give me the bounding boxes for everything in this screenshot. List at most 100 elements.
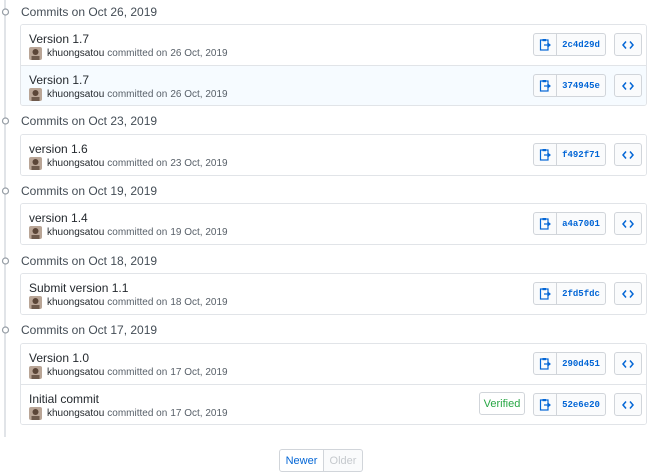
commit-title-link[interactable]: Initial commit	[29, 392, 99, 406]
commit-group: Commits on Oct 23, 2019	[0, 112, 657, 130]
avatar[interactable]	[29, 295, 42, 309]
code-icon	[622, 150, 634, 159]
commit-row: version 1.4 khuongsatou committed on 19 …	[21, 204, 646, 244]
commit-list: Submit version 1.1 khuongsatou committed…	[20, 273, 647, 315]
browse-repo-button[interactable]	[614, 33, 642, 56]
commit-title-link[interactable]: version 1.4	[29, 211, 88, 225]
avatar[interactable]	[29, 156, 42, 170]
commit-title-link[interactable]: Version 1.7	[29, 32, 89, 46]
browse-repo-button[interactable]	[614, 393, 642, 416]
older-button: Older	[324, 449, 363, 472]
commit-row: Initial commit khuongsatou committed on …	[21, 384, 646, 424]
clipboard-icon	[539, 80, 551, 92]
commit-author-link[interactable]: khuongsatou	[47, 297, 104, 308]
commit-date: 23 Oct, 2019	[170, 157, 228, 169]
copy-sha-button[interactable]	[533, 33, 557, 56]
commit-sha-link[interactable]: 374945e	[556, 74, 606, 97]
commit-action-text: committed on	[107, 47, 168, 59]
browse-repo-button[interactable]	[614, 282, 642, 305]
commit-group: Commits on Oct 17, 2019	[0, 321, 657, 339]
commit-meta: khuongsatou committed on 19 Oct, 2019	[29, 225, 228, 239]
clipboard-icon	[539, 149, 551, 161]
commit-date: 17 Oct, 2019	[170, 407, 228, 419]
commit-author-link[interactable]: khuongsatou	[47, 367, 104, 378]
commit-group-header: Commits on Oct 18, 2019	[0, 252, 657, 270]
browse-repo-button[interactable]	[614, 352, 642, 375]
commit-group-date: Commits on Oct 23, 2019	[21, 114, 158, 128]
commit-sha-link[interactable]: 290d451	[556, 352, 606, 375]
commit-author-link[interactable]: khuongsatou	[47, 227, 104, 238]
clipboard-icon	[539, 288, 551, 300]
verified-badge[interactable]: Verified	[479, 392, 525, 415]
avatar[interactable]	[29, 87, 42, 101]
commit-list: version 1.4 khuongsatou committed on 19 …	[20, 203, 647, 245]
browse-repo-button[interactable]	[614, 143, 642, 166]
code-icon	[622, 40, 634, 49]
commit-action-text: committed on	[107, 157, 168, 169]
commit-meta: khuongsatou committed on 26 Oct, 2019	[29, 46, 228, 60]
commit-sha-link[interactable]: f492f71	[556, 143, 606, 166]
commit-list: Version 1.0 khuongsatou committed on 17 …	[20, 343, 647, 425]
code-icon	[622, 289, 634, 298]
copy-sha-button[interactable]	[533, 352, 557, 375]
commit-list: version 1.6 khuongsatou committed on 23 …	[20, 134, 647, 176]
commit-row: Version 1.0 khuongsatou committed on 17 …	[21, 344, 646, 384]
commit-meta: khuongsatou committed on 18 Oct, 2019	[29, 295, 228, 309]
commit-action-text: committed on	[107, 366, 168, 378]
newer-button[interactable]: Newer	[279, 449, 324, 472]
commit-title-link[interactable]: Version 1.7	[29, 73, 89, 87]
commit-author-link[interactable]: khuongsatou	[47, 89, 104, 100]
commit-sha-link[interactable]: a4a7001	[556, 212, 606, 235]
clipboard-icon	[539, 399, 551, 411]
avatar[interactable]	[29, 46, 42, 60]
copy-sha-button[interactable]	[533, 143, 557, 166]
commit-sha-link[interactable]: 52e6e20	[556, 393, 606, 416]
commit-meta: khuongsatou committed on 17 Oct, 2019	[29, 406, 228, 420]
commit-timeline-icon	[1, 257, 10, 265]
code-icon	[622, 219, 634, 228]
timeline-line	[4, 0, 6, 437]
commit-group: Commits on Oct 18, 2019	[0, 252, 657, 270]
commit-group-header: Commits on Oct 17, 2019	[0, 321, 657, 339]
commit-action-text: committed on	[107, 296, 168, 308]
commit-title-link[interactable]: Version 1.0	[29, 351, 89, 365]
clipboard-icon	[539, 358, 551, 370]
commit-title-link[interactable]: Submit version 1.1	[29, 281, 128, 295]
commit-timeline-icon	[1, 117, 10, 125]
commit-timeline-icon	[1, 326, 10, 334]
code-icon	[622, 359, 634, 368]
commit-meta: khuongsatou committed on 26 Oct, 2019	[29, 87, 228, 101]
commit-action-text: committed on	[107, 88, 168, 100]
commit-title-link[interactable]: version 1.6	[29, 142, 88, 156]
avatar[interactable]	[29, 225, 42, 239]
commit-author-link[interactable]: khuongsatou	[47, 158, 104, 169]
commit-sha-link[interactable]: 2fd5fdc	[556, 282, 606, 305]
commit-date: 26 Oct, 2019	[170, 88, 228, 100]
commit-meta: khuongsatou committed on 17 Oct, 2019	[29, 365, 228, 379]
clipboard-icon	[539, 218, 551, 230]
commit-group-date: Commits on Oct 26, 2019	[21, 5, 158, 19]
commit-group-date: Commits on Oct 17, 2019	[21, 323, 158, 337]
commit-row: Submit version 1.1 khuongsatou committed…	[21, 274, 646, 314]
copy-sha-button[interactable]	[533, 282, 557, 305]
code-icon	[622, 81, 634, 90]
copy-sha-button[interactable]	[533, 212, 557, 235]
commit-sha-link[interactable]: 2c4d29d	[556, 33, 606, 56]
commit-date: 18 Oct, 2019	[170, 296, 228, 308]
copy-sha-button[interactable]	[533, 74, 557, 97]
commit-date: 19 Oct, 2019	[170, 226, 228, 238]
avatar[interactable]	[29, 365, 42, 379]
avatar[interactable]	[29, 406, 42, 420]
browse-repo-button[interactable]	[614, 212, 642, 235]
commit-group: Commits on Oct 19, 2019	[0, 182, 657, 200]
commit-date: 17 Oct, 2019	[170, 366, 228, 378]
code-icon	[622, 400, 634, 409]
commit-author-link[interactable]: khuongsatou	[47, 408, 104, 419]
copy-sha-button[interactable]	[533, 393, 557, 416]
commit-timeline-icon	[1, 8, 10, 16]
commit-author-link[interactable]: khuongsatou	[47, 48, 104, 59]
commit-meta: khuongsatou committed on 23 Oct, 2019	[29, 156, 228, 170]
commit-list: Version 1.7 khuongsatou committed on 26 …	[20, 24, 647, 106]
commit-timeline-icon	[1, 187, 10, 195]
browse-repo-button[interactable]	[614, 74, 642, 97]
